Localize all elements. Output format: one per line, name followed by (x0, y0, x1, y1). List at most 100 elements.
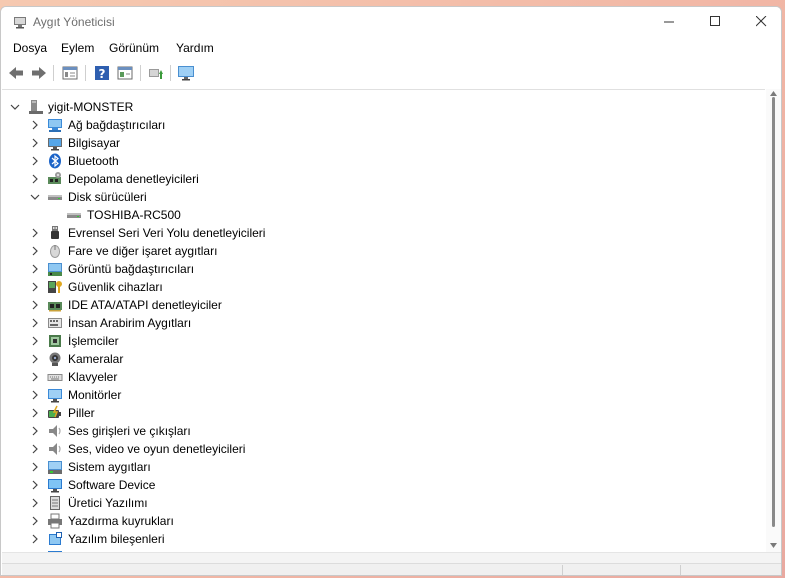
title-bar[interactable]: Aygıt Yöneticisi (1, 7, 781, 37)
menu-gorunum[interactable]: Görünüm (109, 41, 159, 55)
tree-item-label: Depolama denetleyicileri (68, 172, 199, 186)
menu-dosya[interactable]: Dosya (13, 41, 47, 55)
software-device-icon (48, 479, 62, 493)
tree-category-item[interactable]: Disk sürücüleri (2, 188, 765, 206)
chevron-right-icon[interactable] (30, 246, 40, 256)
tree-category-item[interactable]: Sistem aygıtları (2, 458, 765, 476)
tree-category-item[interactable]: Fare ve diğer işaret aygıtları (2, 242, 765, 260)
tree-category-item[interactable]: Klavyeler (2, 368, 765, 386)
ide-controller-icon (48, 302, 62, 312)
window-title: Aygıt Yöneticisi (33, 15, 115, 29)
status-divider (562, 565, 563, 575)
view-icon[interactable] (116, 64, 134, 82)
toolbar-separator (170, 65, 171, 81)
tree-category-item[interactable]: Piller (2, 404, 765, 422)
back-icon[interactable] (7, 64, 25, 82)
menu-eylem[interactable]: Eylem (61, 41, 94, 55)
vertical-scrollbar[interactable] (766, 89, 781, 552)
chevron-right-icon[interactable] (30, 498, 40, 508)
chevron-down-icon[interactable] (10, 102, 20, 112)
chevron-right-icon[interactable] (30, 174, 40, 184)
chevron-right-icon[interactable] (30, 354, 40, 364)
tree-category-item[interactable]: IDE ATA/ATAPI denetleyiciler (2, 296, 765, 314)
device-manager-app-icon (14, 17, 26, 29)
scroll-down-icon[interactable] (770, 543, 777, 548)
processor-icon (49, 335, 61, 347)
tree-item-label: IDE ATA/ATAPI denetleyiciler (68, 298, 222, 312)
tree-category-item[interactable]: Evrensel Seri Veri Yolu denetleyicileri (2, 224, 765, 242)
tree-item-label: Üretici Yazılımı (68, 496, 148, 510)
scan-hardware-icon[interactable] (147, 64, 165, 82)
tree-category-item[interactable]: Kameralar (2, 350, 765, 368)
display-adapter-icon (48, 263, 62, 276)
chevron-right-icon[interactable] (30, 480, 40, 490)
tree-item-label: Piller (68, 406, 95, 420)
tree-category-item[interactable]: Güvenlik cihazları (2, 278, 765, 296)
mouse-icon (50, 245, 60, 258)
chevron-right-icon[interactable] (30, 534, 40, 544)
tree-root[interactable]: yigit-MONSTER (2, 98, 765, 116)
chevron-right-icon[interactable] (30, 372, 40, 382)
tree-item-label: Ses, video ve oyun denetleyicileri (68, 442, 246, 456)
svg-text:?: ? (99, 67, 106, 81)
tree-category-item[interactable]: Software Device (2, 476, 765, 494)
device-manager-window: Aygıt Yöneticisi Dosya Eylem Görünüm Yar… (0, 6, 782, 576)
tree-category-item[interactable]: Depolama denetleyicileri (2, 170, 765, 188)
tree-category-item[interactable]: Üretici Yazılımı (2, 494, 765, 512)
speaker-icon (49, 443, 61, 455)
tree-category-item[interactable]: Yazılım bileşenleri (2, 530, 765, 548)
keyboard-icon (47, 374, 63, 381)
chevron-right-icon[interactable] (30, 300, 40, 310)
forward-icon[interactable] (30, 64, 48, 82)
chevron-right-icon[interactable] (30, 336, 40, 346)
chevron-down-icon[interactable] (30, 192, 40, 202)
tree-item-label: İnsan Arabirim Aygıtları (68, 316, 192, 330)
tree-category-item[interactable]: Görüntü bağdaştırıcıları (2, 260, 765, 278)
chevron-right-icon[interactable] (30, 462, 40, 472)
chevron-right-icon[interactable] (30, 444, 40, 454)
bluetooth-icon (49, 153, 61, 169)
device-tree: yigit-MONSTER Ağ bağdaştırıcıları Bilgisa… (2, 89, 765, 553)
tree-category-item[interactable]: Ağ bağdaştırıcıları (2, 116, 765, 134)
chevron-right-icon[interactable] (30, 264, 40, 274)
tree-item-label: İşlemciler (68, 334, 119, 348)
chevron-right-icon[interactable] (30, 426, 40, 436)
tree-category-item[interactable]: Ses girişleri ve çıkışları (2, 422, 765, 440)
minimize-button[interactable] (647, 11, 693, 33)
tree-category-item[interactable]: Bluetooth (2, 152, 765, 170)
tree-device-item[interactable]: TOSHIBA-RC500 (2, 206, 765, 224)
chevron-right-icon[interactable] (30, 282, 40, 292)
tree-category-item[interactable]: İşlemciler (2, 332, 765, 350)
tree-category-item[interactable]: İnsan Arabirim Aygıtları (2, 314, 765, 332)
tree-item-label: Yazdırma kuyrukları (68, 514, 174, 528)
tree-item-label: Görüntü bağdaştırıcıları (68, 262, 195, 276)
chevron-right-icon[interactable] (30, 408, 40, 418)
maximize-button[interactable] (693, 11, 739, 33)
chevron-right-icon[interactable] (30, 516, 40, 526)
tree-category-item[interactable]: Monitörler (2, 386, 765, 404)
tree-category-item[interactable]: Ses, video ve oyun denetleyicileri (2, 440, 765, 458)
monitor-icon[interactable] (177, 64, 195, 82)
chevron-right-icon[interactable] (30, 120, 40, 130)
root-label: yigit-MONSTER (48, 100, 134, 114)
scrollbar-thumb[interactable] (772, 97, 775, 527)
disk-drive-icon (48, 195, 62, 200)
security-device-icon (48, 281, 62, 293)
chevron-right-icon[interactable] (30, 318, 40, 328)
camera-icon (49, 352, 61, 366)
tree-item-label: Klavyeler (68, 370, 118, 384)
properties-icon[interactable] (61, 64, 79, 82)
tree-category-item[interactable]: Bilgisayar (2, 134, 765, 152)
close-button[interactable] (739, 11, 781, 33)
software-component-icon (49, 532, 62, 545)
menu-yardim[interactable]: Yardım (176, 41, 214, 55)
scroll-up-icon[interactable] (770, 91, 777, 96)
tree-category-item[interactable]: Yazdırma kuyrukları (2, 512, 765, 530)
chevron-right-icon[interactable] (30, 156, 40, 166)
chevron-right-icon[interactable] (30, 138, 40, 148)
help-icon[interactable]: ? (93, 64, 111, 82)
chevron-right-icon[interactable] (30, 390, 40, 400)
status-divider (680, 565, 681, 575)
disk-drive-icon (67, 213, 81, 218)
chevron-right-icon[interactable] (30, 228, 40, 238)
